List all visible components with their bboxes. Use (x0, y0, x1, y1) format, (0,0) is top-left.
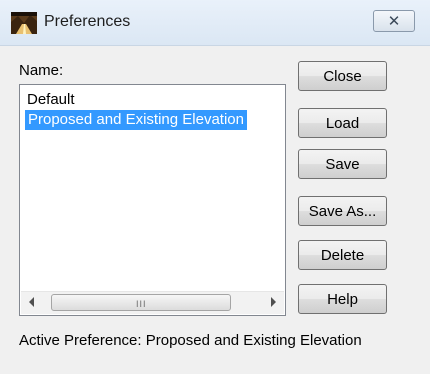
arrow-right-icon[interactable] (271, 297, 276, 307)
help-button-label: Help (327, 290, 358, 308)
arrow-left-icon[interactable] (29, 297, 34, 307)
window-close-button[interactable]: ✕ (373, 10, 415, 32)
close-button[interactable]: Close (298, 61, 387, 91)
list-item[interactable]: Default (27, 90, 75, 110)
active-preference-status: Active Preference: Proposed and Existing… (19, 332, 362, 349)
close-icon: ✕ (387, 13, 401, 30)
scrollbar-thumb[interactable]: III (51, 294, 231, 311)
grip-icon: III (136, 299, 147, 309)
name-label: Name: (19, 62, 64, 79)
load-button[interactable]: Load (298, 108, 387, 138)
save-button-label: Save (325, 155, 360, 173)
list-item-selected[interactable]: Proposed and Existing Elevation (25, 110, 247, 130)
preferences-list[interactable]: Default Proposed and Existing Elevation … (19, 84, 286, 316)
help-button[interactable]: Help (298, 284, 387, 314)
close-button-label: Close (323, 67, 362, 85)
window-title: Preferences (44, 13, 131, 30)
save-button[interactable]: Save (298, 149, 387, 179)
delete-button[interactable]: Delete (298, 240, 387, 270)
horizontal-scrollbar[interactable]: III (21, 291, 284, 314)
preferences-app-icon (11, 12, 37, 34)
status-value: Proposed and Existing Elevation (145, 332, 362, 349)
load-button-label: Load (325, 114, 360, 132)
save-as-button-label: Save As... (308, 202, 377, 220)
title-bar[interactable]: Preferences ✕ (0, 0, 430, 46)
save-as-button[interactable]: Save As... (298, 196, 387, 226)
preferences-dialog: Preferences ✕ Name: Default Proposed and… (0, 0, 430, 374)
status-label: Active Preference: (19, 332, 146, 349)
delete-button-label: Delete (320, 246, 365, 264)
